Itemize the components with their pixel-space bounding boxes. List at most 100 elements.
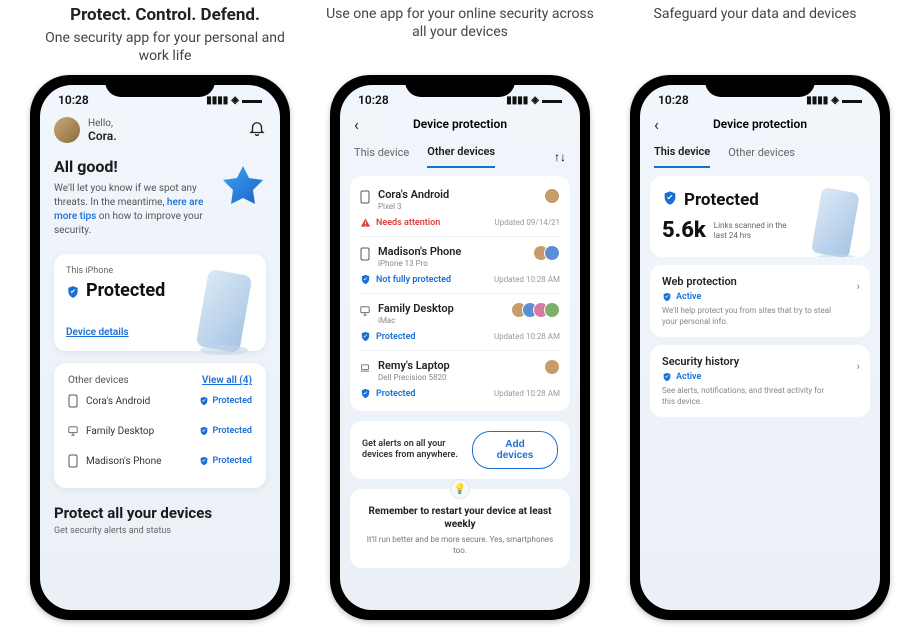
this-device-card[interactable]: This iPhone Protected Device details	[54, 254, 266, 351]
shield-check-icon	[662, 190, 678, 210]
back-chevron-icon[interactable]: ‹	[354, 115, 359, 134]
device-name: Madison's Phone	[378, 245, 461, 258]
shield-check-icon	[662, 372, 672, 382]
shared-users	[544, 188, 560, 204]
tip-card: 💡 Remember to restart your device at lea…	[350, 489, 570, 568]
user-avatar	[544, 188, 560, 204]
lightbulb-icon: 💡	[450, 479, 470, 499]
device-status-text: Not fully protected	[376, 275, 451, 285]
section-description: We'll help protect you from sites that t…	[662, 306, 832, 327]
laptop-icon	[360, 361, 370, 375]
tip-body: It'll run better and be more secure. Yes…	[362, 535, 558, 556]
security-section-row[interactable]: Web protectionActiveWe'll help protect y…	[650, 265, 870, 337]
phone-icon	[68, 454, 78, 468]
device-model: iPhone 13 Pro	[378, 259, 461, 268]
user-avatar	[544, 302, 560, 318]
signal-icon: ▮▮▮▮	[506, 95, 528, 106]
other-device-row[interactable]: Madison's PhoneProtected	[66, 446, 254, 476]
sort-icon[interactable]: ↑↓	[554, 150, 566, 164]
wifi-icon: ◈	[531, 95, 539, 106]
add-devices-card: Get alerts on all your devices from anyw…	[350, 421, 570, 479]
column-3-headline: Safeguard your data and devices	[620, 5, 890, 65]
headline-subtitle: Use one app for your online security acr…	[325, 5, 595, 41]
notifications-bell-icon[interactable]	[248, 119, 266, 141]
device-row[interactable]: Cora's AndroidPixel 3 Needs attention Upda…	[360, 180, 560, 237]
phone-icon	[360, 247, 370, 261]
metric-value: 5.6k	[662, 218, 706, 243]
shield-check-icon	[662, 292, 672, 302]
back-chevron-icon[interactable]: ‹	[654, 115, 659, 134]
phone-mockup-2: 10:28 ▮▮▮▮ ◈ ▬▬ ‹ Device protection This…	[330, 75, 590, 620]
shield-check-icon	[360, 274, 371, 285]
shield-check-icon	[360, 388, 371, 399]
device-status-text: Protected	[376, 389, 415, 399]
phone-notch	[705, 75, 815, 97]
warning-triangle-icon	[360, 217, 371, 228]
other-device-row[interactable]: Cora's Android Protected	[66, 386, 254, 416]
shared-users	[511, 302, 560, 318]
add-devices-button[interactable]: Add devices	[472, 431, 558, 469]
tip-title: Remember to restart your device at least…	[362, 505, 558, 531]
phone-icon	[360, 190, 370, 204]
shared-users	[533, 245, 560, 261]
tab-this-device[interactable]: This device	[354, 146, 409, 167]
battery-icon: ▬▬	[242, 95, 262, 106]
chevron-right-icon: ›	[856, 359, 860, 373]
shield-check-icon	[199, 456, 209, 466]
device-row[interactable]: Remy's LaptopDell Precision 5820Protecte…	[360, 351, 560, 407]
device-updated: Updated 10:28 AM	[494, 389, 560, 398]
section-title: Security history	[662, 355, 858, 368]
greeting-name: Cora.	[88, 129, 117, 143]
device-status: Protected	[213, 456, 252, 466]
device-updated: Updated 09/14/21	[495, 218, 560, 227]
tab-other-devices[interactable]: Other devices	[427, 145, 495, 168]
protect-section-sub: Get security alerts and status	[54, 526, 266, 536]
phone-icon	[68, 394, 78, 408]
security-section-row[interactable]: Security history Active See alerts, notifi…	[650, 345, 870, 417]
section-status: Active	[676, 372, 701, 382]
battery-icon: ▬▬	[842, 95, 862, 106]
device-name: Family Desktop	[86, 426, 154, 437]
greeting-label: Hello,	[88, 118, 117, 129]
signal-icon: ▮▮▮▮	[806, 95, 828, 106]
protect-section-title: Protect all your devices	[54, 504, 266, 522]
shield-check-icon	[66, 284, 80, 298]
user-avatar[interactable]	[54, 117, 80, 143]
battery-icon: ▬▬	[542, 95, 562, 106]
cta-text: Get alerts on all your devices from anyw…	[362, 439, 472, 462]
shield-check-icon	[360, 331, 371, 342]
headline-title: Protect. Control. Defend.	[30, 5, 300, 25]
other-device-row[interactable]: Family DesktopProtected	[66, 416, 254, 446]
metric-label: Links scanned in the last 24 hrs	[714, 221, 794, 240]
wifi-icon: ◈	[231, 95, 239, 106]
device-details-link[interactable]: Device details	[66, 327, 129, 338]
device-updated: Updated 10:28 AM	[494, 332, 560, 341]
star-badge-icon	[218, 163, 268, 213]
headline-subtitle: One security app for your personal and w…	[30, 29, 300, 65]
phone-notch	[105, 75, 215, 97]
device-name: Cora's Android	[378, 188, 449, 201]
device-status-text: Needs attention	[376, 218, 440, 228]
shield-check-icon	[199, 426, 209, 436]
status-time: 10:28	[658, 93, 689, 107]
headline-subtitle: Safeguard your data and devices	[620, 5, 890, 23]
tab-this-device[interactable]: This device	[654, 145, 710, 168]
page-title: Device protection	[654, 117, 866, 131]
tab-other-devices[interactable]: Other devices	[728, 146, 795, 167]
shield-check-icon	[199, 396, 209, 406]
view-all-link[interactable]: View all (4)	[202, 375, 252, 386]
phone-notch	[405, 75, 515, 97]
device-row[interactable]: Family DesktopiMacProtectedUpdated 10:28…	[360, 294, 560, 351]
section-description: See alerts, notifications, and threat ac…	[662, 386, 832, 407]
protection-hero-card: Protected 5.6k Links scanned in the last…	[650, 176, 870, 257]
device-name: Cora's Android	[86, 396, 150, 407]
section-title: Web protection	[662, 275, 858, 288]
status-time: 10:28	[58, 93, 89, 107]
device-model: Pixel 3	[378, 202, 449, 211]
phone-mockup-3: 10:28 ▮▮▮▮ ◈ ▬▬ ‹ Device protection This…	[630, 75, 890, 620]
column-1-headline: Protect. Control. Defend. One security a…	[30, 5, 300, 65]
device-status: Protected	[213, 396, 252, 406]
device-row[interactable]: Madison's PhoneiPhone 13 Pro Not fully pr…	[360, 237, 560, 294]
column-2-headline: Use one app for your online security acr…	[325, 5, 595, 65]
phone-illustration	[806, 186, 866, 257]
